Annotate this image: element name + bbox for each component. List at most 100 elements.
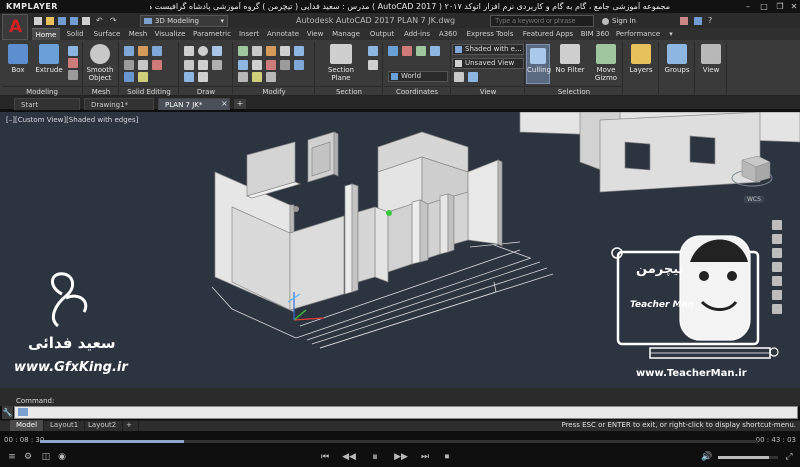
move-gizmo-button[interactable]: Move Gizmo [590, 44, 622, 82]
tab-annotate[interactable]: Annotate [264, 28, 302, 40]
save-as-icon[interactable] [70, 17, 78, 25]
command-customize-icon[interactable]: 🔧 [2, 406, 13, 419]
player-menu-icon[interactable]: ≡ [6, 451, 18, 463]
ucs-y-icon[interactable] [416, 46, 426, 56]
tab-a360[interactable]: A360 [436, 28, 460, 40]
extrude-button[interactable]: Extrude [34, 44, 64, 74]
save-icon[interactable] [58, 17, 66, 25]
separate-icon[interactable] [138, 72, 148, 82]
new-file-icon[interactable] [34, 17, 42, 25]
new-tab-icon[interactable]: + [234, 99, 246, 109]
view-navigate-icon[interactable] [468, 72, 478, 82]
layout-tab-layout1[interactable]: Layout1 [44, 420, 86, 431]
player-settings-icon[interactable]: ⚙ [22, 451, 34, 463]
rectangle-icon[interactable] [184, 60, 194, 70]
workspace-switcher[interactable]: 3D Modeling ▾ [140, 15, 228, 27]
maximize-icon[interactable]: □ [758, 2, 770, 12]
player-capture-icon[interactable]: ◉ [56, 451, 68, 463]
file-tab-start[interactable]: Start [14, 98, 80, 110]
trim-icon[interactable] [266, 46, 276, 56]
tab-view[interactable]: View [304, 28, 326, 40]
panel-modify-label[interactable]: Modify [234, 86, 314, 96]
panel-modeling-label[interactable]: Modeling [2, 86, 82, 96]
rewind-icon[interactable]: ◀◀ [340, 451, 358, 463]
close-tab-icon[interactable]: × [221, 98, 228, 110]
tab-home[interactable]: Home [32, 28, 60, 40]
close-icon[interactable]: ✕ [788, 2, 800, 12]
file-tab-plan-7-jk[interactable]: PLAN 7 JK* [158, 98, 230, 110]
rotate-icon[interactable] [252, 46, 262, 56]
arc-icon[interactable] [198, 60, 208, 70]
box-button[interactable]: Box [6, 44, 30, 74]
wcs-menu[interactable]: WCS [744, 196, 764, 203]
tab-express-tools[interactable]: Express Tools [462, 28, 518, 40]
tab-add-ins[interactable]: Add-ins [400, 28, 434, 40]
add-jog-icon[interactable] [368, 60, 378, 70]
command-prompt-icon[interactable] [18, 408, 28, 416]
section-plane-button[interactable]: Section Plane [318, 44, 364, 82]
search-input[interactable] [490, 15, 594, 27]
next-icon[interactable]: ⏭ [418, 451, 432, 463]
union-icon[interactable] [124, 46, 134, 56]
exchange-icon[interactable] [680, 17, 688, 25]
view-cube-toggle-icon[interactable] [454, 72, 464, 82]
volume-icon[interactable]: 🔊 [700, 451, 714, 463]
previous-icon[interactable]: ⏮ [318, 451, 332, 463]
polyline-icon[interactable] [212, 46, 222, 56]
subtract-icon[interactable] [138, 46, 148, 56]
panel-solid-editing-label[interactable]: Solid Editing [120, 86, 178, 96]
seek-bar[interactable] [40, 440, 758, 443]
stretch-icon[interactable] [280, 60, 290, 70]
sign-in-button[interactable]: Sign In [600, 15, 670, 27]
explode-icon[interactable] [266, 60, 276, 70]
ucs-icon[interactable] [388, 46, 398, 56]
ucs-combo[interactable]: World [388, 71, 448, 82]
player-3d-icon[interactable]: ◫ [40, 451, 52, 463]
circle-icon[interactable] [198, 46, 208, 56]
tab-surface[interactable]: Surface [90, 28, 124, 40]
a360-icon[interactable] [694, 17, 702, 25]
tab-output[interactable]: Output [366, 28, 398, 40]
line-icon[interactable] [184, 46, 194, 56]
extract-edges-icon[interactable] [152, 60, 162, 70]
add-layout-icon[interactable]: + [120, 420, 139, 431]
mirror-icon[interactable] [238, 60, 248, 70]
visual-style-combo[interactable]: Shaded with e... [452, 44, 524, 55]
layout-tab-model[interactable]: Model [10, 420, 45, 431]
interfere-icon[interactable] [138, 60, 148, 70]
tab-featured-apps[interactable]: Featured Apps [520, 28, 576, 40]
copy-icon[interactable] [294, 46, 304, 56]
panel-mesh-label[interactable]: Mesh [84, 86, 118, 96]
erase-icon[interactable] [280, 46, 290, 56]
tab-solid[interactable]: Solid [62, 28, 88, 40]
stop-icon[interactable]: ⏹ [440, 451, 454, 463]
panel-view-label[interactable]: View [452, 86, 524, 96]
viewport-controls-label[interactable]: [–][Custom View][Shaded with edges] [6, 116, 138, 124]
ribbon-options-icon[interactable]: ▾ [664, 28, 678, 40]
panel-draw-label[interactable]: Draw [180, 86, 232, 96]
panel-selection-label[interactable]: Selection [526, 86, 622, 96]
tab-manage[interactable]: Manage [328, 28, 364, 40]
tab-mesh[interactable]: Mesh [126, 28, 150, 40]
polygon-icon[interactable] [184, 72, 194, 82]
intersect-icon[interactable] [152, 46, 162, 56]
application-menu-button[interactable]: A [2, 14, 28, 40]
plot-icon[interactable] [82, 17, 90, 25]
ucs-z-icon[interactable] [430, 46, 440, 56]
panel-coordinates-label[interactable]: Coordinates [384, 86, 450, 96]
array-icon[interactable] [238, 72, 248, 82]
tab-parametric[interactable]: Parametric [190, 28, 234, 40]
tab-performance[interactable]: Performance [614, 28, 662, 40]
presspull-icon[interactable] [68, 58, 78, 68]
hatch-icon[interactable] [212, 60, 222, 70]
slice-icon[interactable] [124, 60, 134, 70]
move-icon[interactable] [238, 46, 248, 56]
scale-icon[interactable] [294, 60, 304, 70]
view-button[interactable]: View [698, 44, 724, 74]
groups-button[interactable]: Groups [662, 44, 692, 74]
pause-icon[interactable]: ⏸ [366, 451, 384, 463]
command-input[interactable] [14, 406, 798, 419]
culling-button[interactable]: Culling [526, 44, 551, 84]
ellipse-icon[interactable] [198, 72, 208, 82]
revolve-icon[interactable] [68, 70, 78, 80]
